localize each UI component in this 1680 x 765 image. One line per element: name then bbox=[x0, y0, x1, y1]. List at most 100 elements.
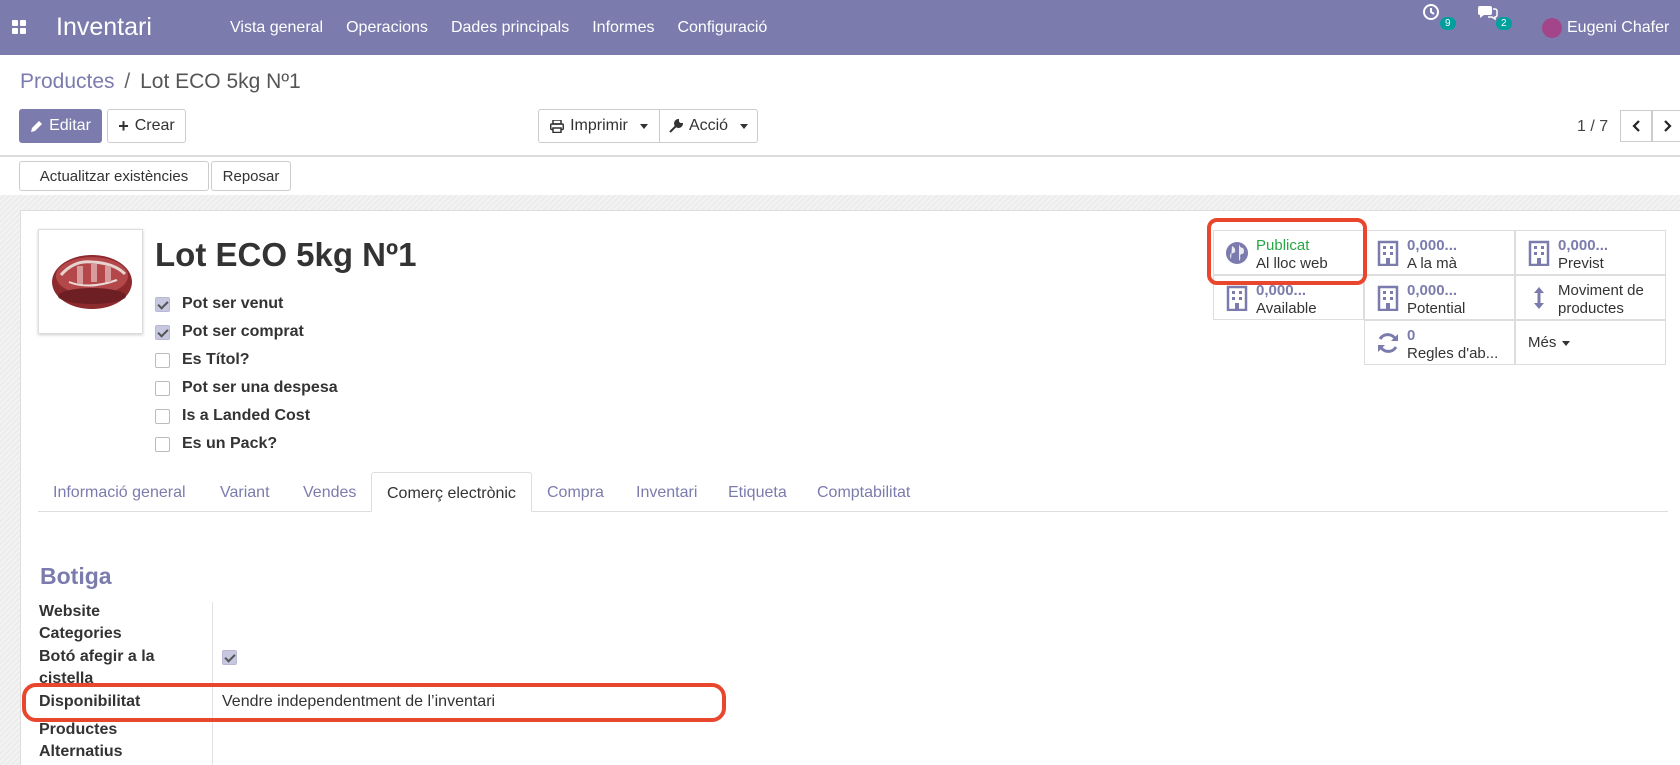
add-to-cart-label: Botó afegir a la cistella bbox=[39, 646, 199, 686]
potential-label: Potential bbox=[1407, 300, 1466, 317]
pager-value[interactable]: 1 / 7 bbox=[1577, 118, 1608, 136]
product-moves-label: Moviment de productes bbox=[1558, 282, 1644, 318]
availability-highlight-box bbox=[22, 683, 726, 722]
alternative-products-label: Productes Alternatius bbox=[39, 719, 199, 763]
menu-item-reports[interactable]: Informes bbox=[592, 19, 654, 37]
is-pack-checkbox[interactable] bbox=[155, 436, 170, 452]
product-moves-line2: productes bbox=[1558, 300, 1624, 317]
website-categories-label-line1: Website bbox=[39, 603, 101, 620]
forecast-label: Previst bbox=[1558, 255, 1604, 272]
can-be-sold-label: Pot ser venut bbox=[182, 295, 284, 312]
menu-item-master-data[interactable]: Dades principals bbox=[451, 19, 569, 37]
is-title-checkbox[interactable] bbox=[155, 352, 170, 368]
building-icon bbox=[1377, 240, 1399, 266]
potential-button[interactable]: 0,000... Potential bbox=[1364, 275, 1515, 320]
product-title: Lot ECO 5kg Nº1 bbox=[155, 236, 417, 273]
can-be-expensed-checkbox[interactable] bbox=[155, 380, 170, 396]
main-menu: Vista general Operacions Dades principal… bbox=[230, 19, 790, 37]
apps-menu-icon[interactable] bbox=[12, 20, 28, 36]
is-pack-label: Es un Pack? bbox=[182, 435, 278, 452]
replenish-button[interactable]: Reposar bbox=[211, 161, 291, 191]
product-image[interactable] bbox=[38, 229, 143, 334]
on-hand-value: 0,000... bbox=[1407, 237, 1458, 254]
alternative-products-label-line1: Productes bbox=[39, 721, 118, 738]
more-button[interactable]: Més bbox=[1515, 320, 1666, 365]
top-navbar: Inventari Vista general Operacions Dades… bbox=[0, 0, 1680, 55]
can-be-sold-checkbox[interactable] bbox=[155, 296, 170, 312]
landed-cost-label: Is a Landed Cost bbox=[182, 407, 311, 424]
chevron-left-icon bbox=[1632, 120, 1640, 132]
menu-item-overview[interactable]: Vista general bbox=[230, 19, 323, 37]
user-avatar[interactable] bbox=[1542, 18, 1562, 38]
pencil-icon bbox=[31, 120, 43, 132]
breadcrumb-separator: / bbox=[124, 70, 131, 93]
shop-section-title: Botiga bbox=[40, 563, 112, 589]
can-be-purchased-checkbox[interactable] bbox=[155, 324, 170, 340]
create-button-label: Crear bbox=[134, 117, 175, 134]
landed-cost-checkbox-row[interactable]: Is a Landed Cost bbox=[155, 407, 310, 425]
on-hand-button[interactable]: 0,000... A la mà bbox=[1364, 230, 1515, 275]
edit-button[interactable]: Editar bbox=[19, 109, 102, 143]
potential-value: 0,000... bbox=[1407, 282, 1458, 299]
tab-accounting[interactable]: Comptabilitat bbox=[802, 472, 925, 512]
tab-sales[interactable]: Vendes bbox=[288, 472, 371, 512]
add-to-cart-checkbox[interactable] bbox=[222, 650, 237, 665]
action-label: Acció bbox=[688, 117, 729, 134]
action-dropdown[interactable]: Acció bbox=[659, 109, 758, 143]
forecast-button[interactable]: 0,000... Previst bbox=[1515, 230, 1666, 275]
can-be-expensed-checkbox-row[interactable]: Pot ser una despesa bbox=[155, 379, 338, 397]
product-meat-image bbox=[52, 255, 132, 309]
can-be-sold-checkbox-row[interactable]: Pot ser venut bbox=[155, 295, 283, 313]
is-title-checkbox-row[interactable]: Es Títol? bbox=[155, 351, 250, 369]
print-dropdown[interactable]: Imprimir bbox=[538, 109, 660, 143]
activity-menu[interactable] bbox=[1422, 0, 1440, 26]
user-name[interactable]: Eugeni Chafer bbox=[1567, 19, 1669, 37]
breadcrumb-current: Lot ECO 5kg Nº1 bbox=[140, 70, 301, 93]
building-icon bbox=[1226, 285, 1248, 311]
vertical-arrows-icon bbox=[1534, 287, 1544, 309]
add-to-cart-label-line1: Botó afegir a la bbox=[39, 648, 155, 665]
caret-down-icon bbox=[740, 123, 749, 129]
wrench-icon bbox=[669, 119, 683, 133]
tab-label[interactable]: Etiqueta bbox=[713, 472, 802, 512]
tab-general-info[interactable]: Informació general bbox=[38, 472, 201, 512]
can-be-purchased-checkbox-row[interactable]: Pot ser comprat bbox=[155, 323, 304, 341]
reordering-rules-count: 0 bbox=[1407, 327, 1416, 344]
product-moves-button[interactable]: Moviment de productes bbox=[1515, 275, 1666, 320]
breadcrumb: Productes / Lot ECO 5kg Nº1 bbox=[20, 70, 301, 94]
published-highlight-box bbox=[1207, 218, 1367, 285]
available-label: Available bbox=[1256, 300, 1317, 317]
product-moves-line1: Moviment de bbox=[1558, 282, 1644, 299]
pager-previous-button[interactable] bbox=[1620, 110, 1652, 142]
tab-purchase[interactable]: Compra bbox=[532, 472, 619, 512]
is-title-label: Es Títol? bbox=[182, 351, 250, 368]
reordering-rules-label: Regles d'ab... bbox=[1407, 345, 1499, 362]
messaging-menu[interactable] bbox=[1478, 0, 1498, 26]
caret-down-icon bbox=[1562, 341, 1570, 346]
edit-button-label: Editar bbox=[49, 117, 91, 134]
landed-cost-checkbox[interactable] bbox=[155, 408, 170, 424]
menu-item-operations[interactable]: Operacions bbox=[346, 19, 428, 37]
breadcrumb-products-link[interactable]: Productes bbox=[20, 70, 115, 93]
website-categories-label-line2: Categories bbox=[39, 625, 122, 642]
tab-variant[interactable]: Variant bbox=[205, 472, 285, 512]
can-be-expensed-label: Pot ser una despesa bbox=[182, 379, 338, 396]
tab-ecommerce[interactable]: Comerç electrònic bbox=[371, 472, 532, 512]
pager-next-button[interactable] bbox=[1652, 110, 1680, 142]
update-stock-button[interactable]: Actualitzar existències bbox=[19, 161, 209, 191]
app-brand[interactable]: Inventari bbox=[56, 13, 152, 42]
print-label: Imprimir bbox=[570, 117, 628, 134]
clock-icon bbox=[1423, 4, 1439, 20]
chat-icon bbox=[1478, 6, 1498, 21]
is-pack-checkbox-row[interactable]: Es un Pack? bbox=[155, 435, 277, 453]
more-label: Més bbox=[1528, 334, 1557, 351]
website-categories-label: Website Categories bbox=[39, 601, 199, 645]
reordering-rules-button[interactable]: 0 Regles d'ab... bbox=[1364, 320, 1515, 365]
tab-inventory[interactable]: Inventari bbox=[621, 472, 712, 512]
activity-count-badge: 9 bbox=[1440, 17, 1456, 30]
menu-item-configuration[interactable]: Configuració bbox=[677, 19, 767, 37]
create-button[interactable]: + Crear bbox=[107, 109, 186, 143]
caret-down-icon bbox=[639, 123, 648, 129]
chevron-right-icon bbox=[1664, 120, 1672, 132]
plus-icon: + bbox=[118, 115, 129, 136]
